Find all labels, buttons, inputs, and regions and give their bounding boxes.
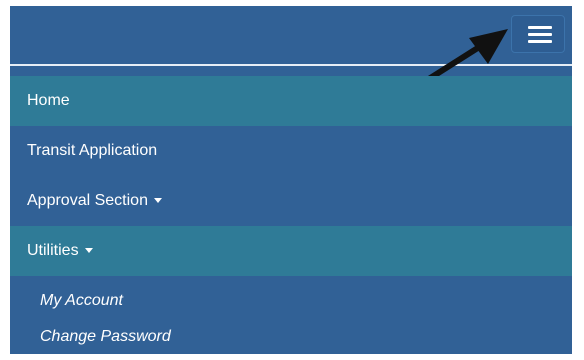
caret-down-icon (153, 198, 162, 204)
nav-item-home[interactable]: Home (10, 76, 572, 126)
submenu-item-label: My Account (40, 292, 123, 309)
mobile-navbar: Home Transit Application Approval Sectio… (10, 6, 572, 354)
submenu-item-label: Change Password (40, 328, 171, 345)
nav-item-approval-section[interactable]: Approval Section (10, 176, 572, 226)
nav-item-utilities[interactable]: Utilities (10, 226, 572, 276)
nav-item-transit-application[interactable]: Transit Application (10, 126, 572, 176)
nav-item-label: Home (27, 92, 70, 109)
nav-item-label: Approval Section (27, 192, 148, 209)
caret-down-icon (84, 248, 93, 254)
nav-item-label: Transit Application (27, 142, 158, 159)
submenu-item-change-password[interactable]: Change Password (10, 319, 572, 354)
nav-menu: Home Transit Application Approval Sectio… (10, 76, 572, 354)
nav-item-label: Utilities (27, 242, 79, 259)
submenu-item-my-account[interactable]: My Account (10, 283, 572, 319)
